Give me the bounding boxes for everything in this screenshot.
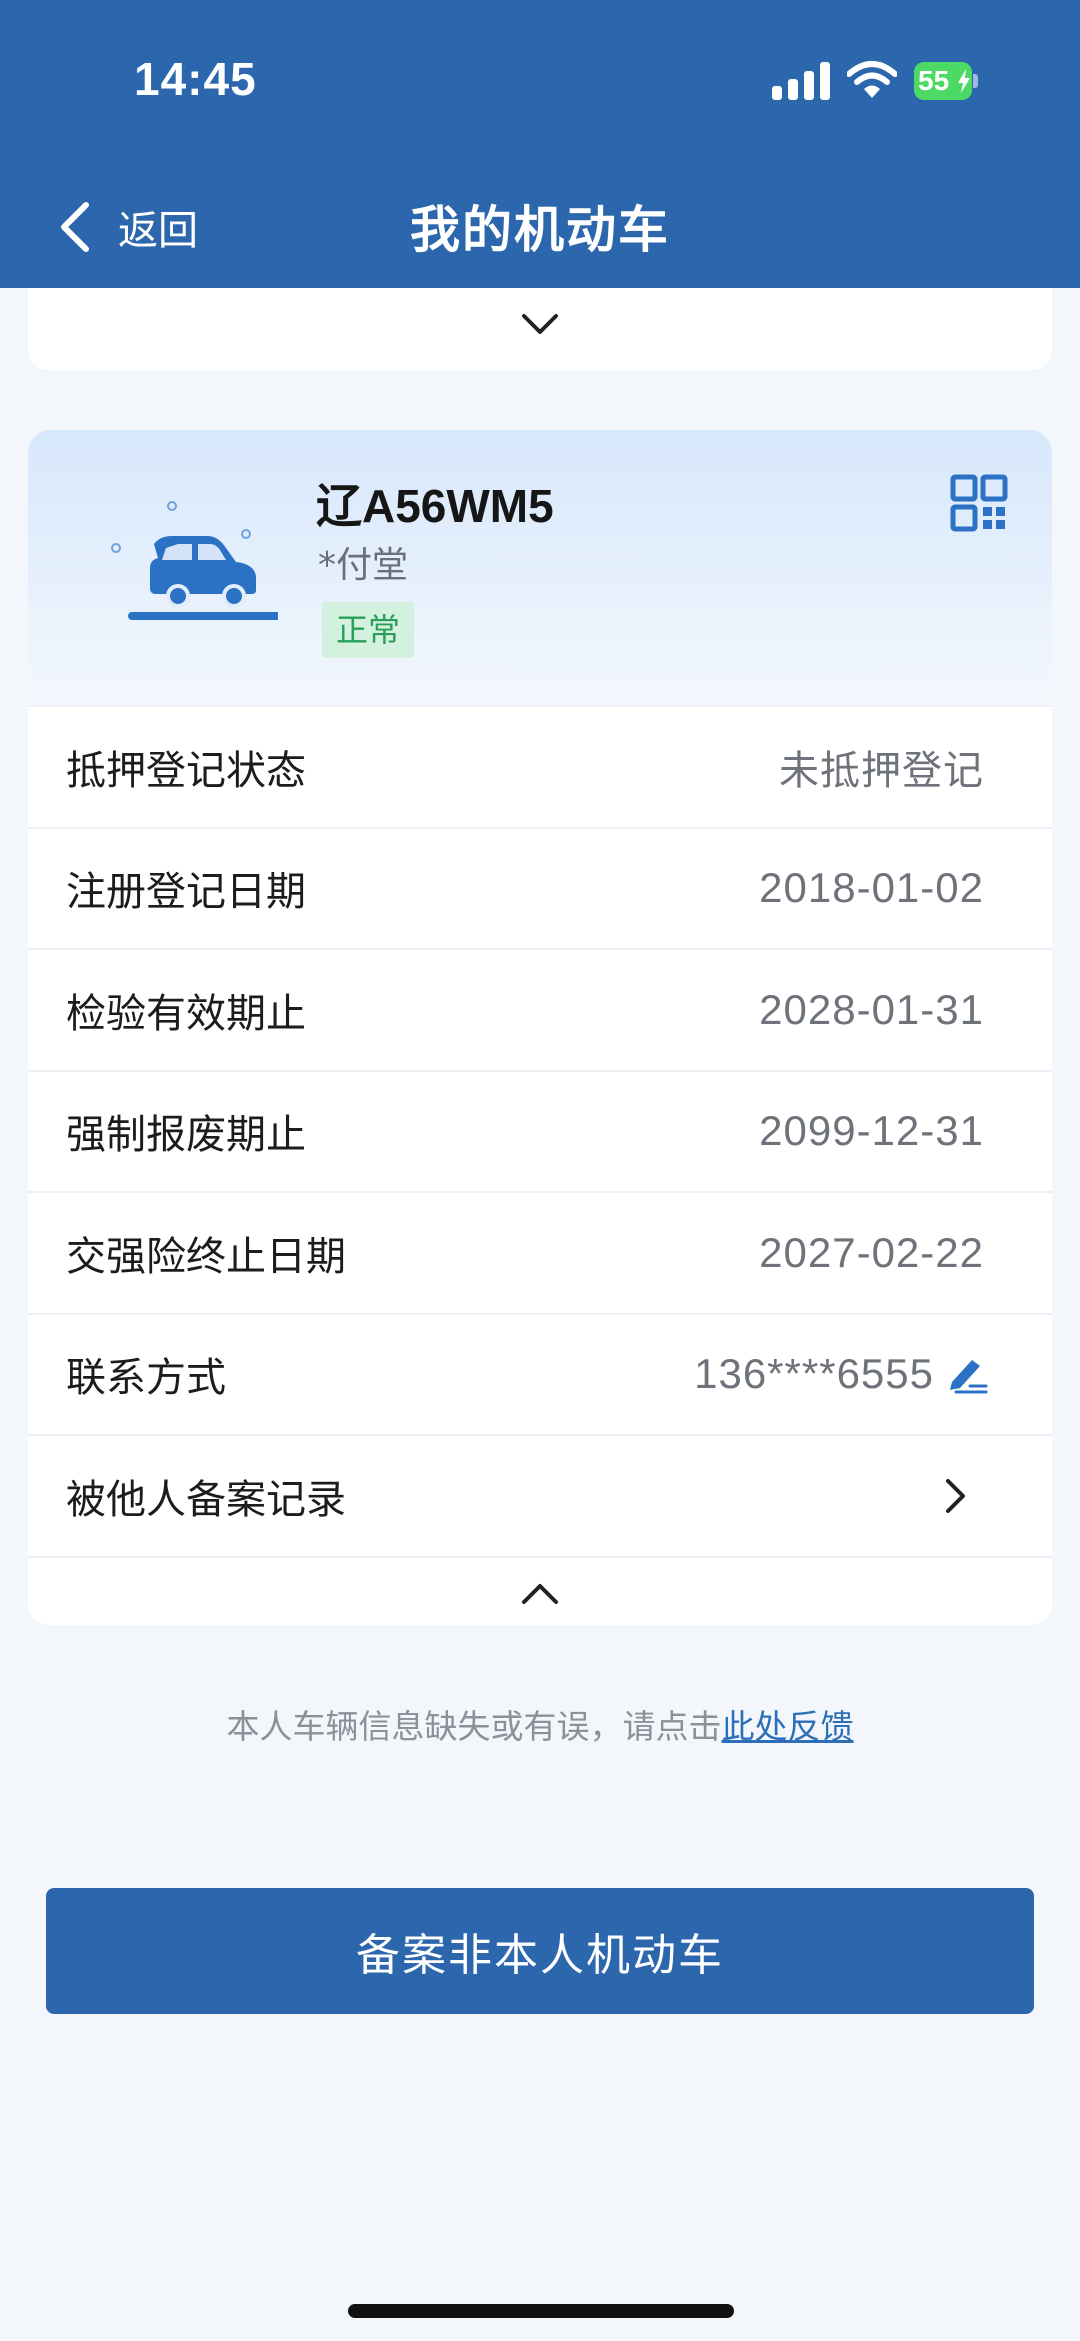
- home-indicator[interactable]: [348, 2304, 734, 2318]
- vehicle-card-header: 辽A56WM5 *付堂 正常: [28, 430, 1052, 705]
- feedback-text: 本人车辆信息缺失或有误，请点击: [226, 1707, 722, 1746]
- row-inspection-expiry: 检验有效期止 2028-01-31: [28, 948, 1052, 1070]
- row-label: 抵押登记状态: [66, 747, 306, 794]
- row-mortgage-status: 抵押登记状态 未抵押登记: [28, 705, 1052, 827]
- chevron-right-icon: [946, 1478, 965, 1513]
- row-label: 被他人备案记录: [66, 1476, 346, 1523]
- expand-chevron-icon[interactable]: [520, 310, 560, 338]
- status-badge: 正常: [322, 602, 415, 658]
- register-other-vehicle-button[interactable]: 备案非本人机动车: [46, 1888, 1034, 2014]
- edit-icon[interactable]: [946, 1352, 990, 1396]
- row-value: 2028-01-31: [759, 985, 984, 1033]
- row-insurance-expiry: 交强险终止日期 2027-02-22: [28, 1191, 1052, 1313]
- battery-level: 55: [918, 65, 950, 96]
- status-time: 14:45: [134, 53, 257, 105]
- row-value: 2027-02-22: [759, 1228, 984, 1276]
- feedback-link[interactable]: 此处反馈: [722, 1707, 854, 1746]
- collapse-toggle[interactable]: [28, 1555, 1052, 1626]
- battery-icon: 55: [914, 62, 978, 100]
- signal-icon: [772, 62, 830, 100]
- feedback-note: 本人车辆信息缺失或有误，请点击此处反馈: [0, 1700, 1080, 1748]
- header: 14:45 55 返回 我的机动车: [0, 0, 1080, 288]
- info-list: 抵押登记状态 未抵押登记 注册登记日期 2018-01-02 检验有效期止 20…: [28, 705, 1052, 1625]
- collapsed-card[interactable]: [28, 288, 1052, 370]
- row-contact[interactable]: 联系方式 136****6555: [28, 1312, 1052, 1435]
- row-value: 136****6555: [694, 1350, 934, 1398]
- row-label: 联系方式: [66, 1355, 226, 1402]
- row-label: 强制报废期止: [66, 1112, 306, 1159]
- row-scrap-deadline: 强制报废期止 2099-12-31: [28, 1069, 1052, 1192]
- vehicle-card: 辽A56WM5 *付堂 正常 抵押登记状态 未抵押登记 注册登记日期 2018-…: [28, 430, 1052, 1625]
- qr-code-icon[interactable]: [950, 474, 1008, 532]
- row-label: 交强险终止日期: [66, 1233, 346, 1280]
- charging-bolt-icon: [958, 69, 970, 93]
- license-plate: 辽A56WM5: [316, 480, 554, 532]
- row-value: 2018-01-02: [759, 864, 984, 912]
- collapse-chevron-icon[interactable]: [520, 1580, 560, 1608]
- car-icon: [111, 501, 278, 620]
- owner-name: *付堂: [318, 545, 409, 586]
- row-filing-records[interactable]: 被他人备案记录: [28, 1434, 1052, 1556]
- row-label: 注册登记日期: [66, 869, 306, 916]
- page-title: 我的机动车: [410, 201, 670, 259]
- row-label: 检验有效期止: [66, 990, 306, 1037]
- row-value: 2099-12-31: [759, 1107, 984, 1155]
- wifi-icon: [847, 61, 897, 98]
- row-registration-date: 注册登记日期 2018-01-02: [28, 826, 1052, 949]
- row-value: 未抵押登记: [779, 747, 984, 794]
